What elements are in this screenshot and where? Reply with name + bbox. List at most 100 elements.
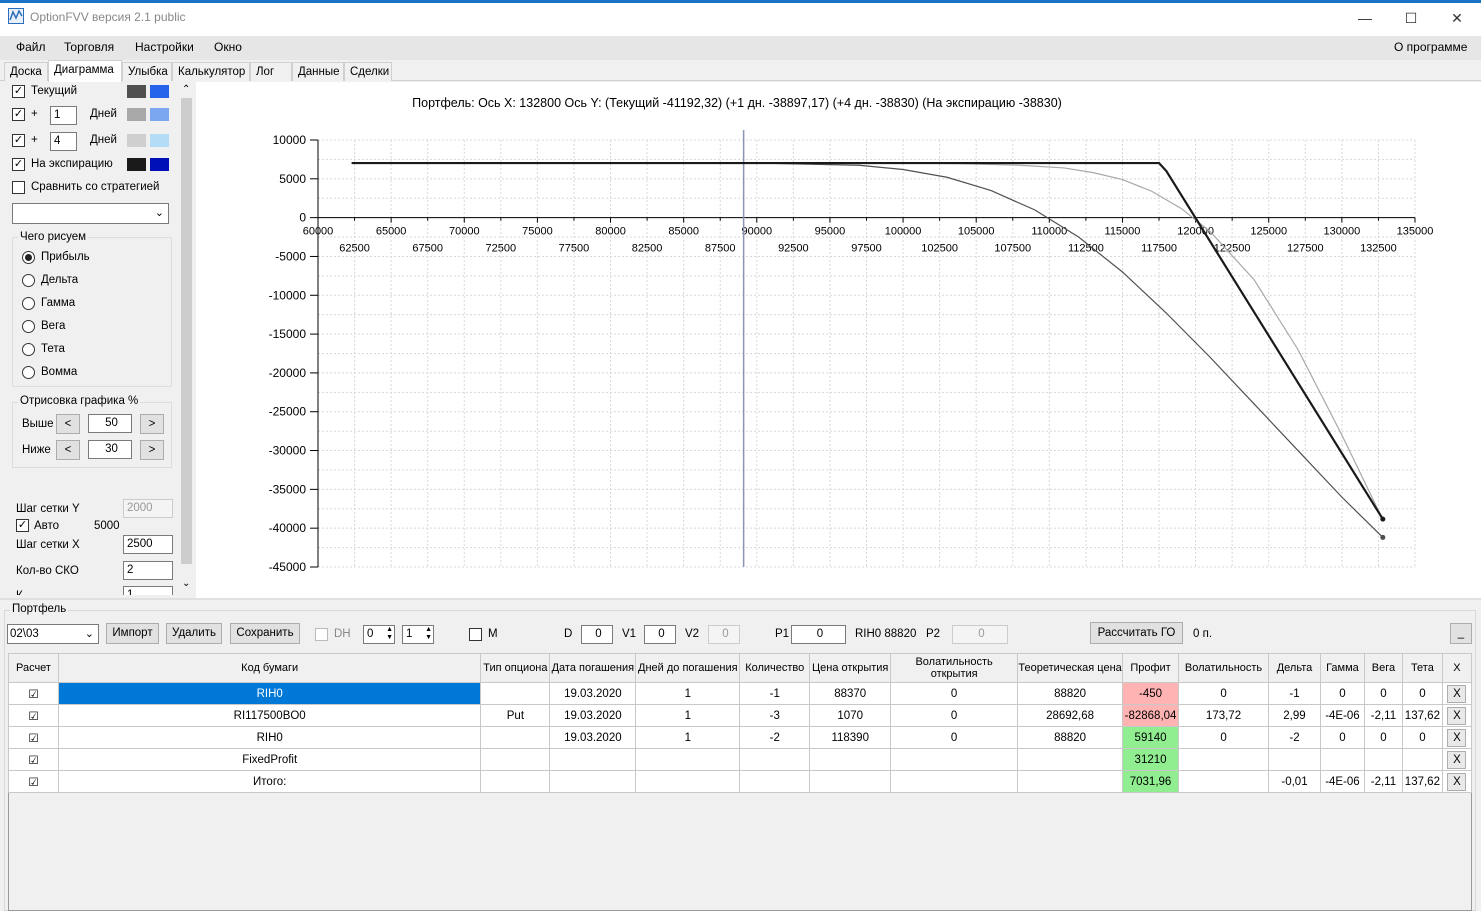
delete-row-button[interactable]: X: [1447, 706, 1467, 725]
delete-row-cell[interactable]: X: [1441, 682, 1473, 705]
col-header[interactable]: Теоретическая цена: [1017, 653, 1124, 683]
sko-input[interactable]: 2: [123, 561, 173, 580]
col-header[interactable]: Тип опциона: [480, 653, 551, 683]
delete-row-button[interactable]: X: [1447, 772, 1467, 791]
table-cell[interactable]: FixedProfit: [57, 748, 482, 771]
table-cell[interactable]: RI117500BO0: [57, 704, 482, 727]
col-header[interactable]: Вега: [1363, 653, 1403, 683]
col-header[interactable]: Дельта: [1268, 653, 1321, 683]
radio-gamma[interactable]: [22, 297, 35, 310]
d-input[interactable]: 0: [581, 625, 613, 644]
delete-row-button[interactable]: X: [1447, 750, 1467, 769]
table-row[interactable]: ☑ FixedProfit 31210 X: [8, 748, 1473, 771]
tab-board[interactable]: Доска: [4, 62, 48, 81]
clipped-input[interactable]: 1: [123, 586, 173, 595]
v1-input[interactable]: 0: [644, 625, 676, 644]
spinner-arrows-icon[interactable]: ▲ ▼: [386, 626, 393, 642]
col-header[interactable]: Профит: [1122, 653, 1180, 683]
delete-row-cell[interactable]: X: [1441, 704, 1473, 727]
plus2-gray-swatch[interactable]: [127, 134, 146, 147]
compare-checkbox[interactable]: [12, 181, 25, 194]
expiry-black-swatch[interactable]: [127, 158, 146, 171]
below-increase-button[interactable]: >: [140, 440, 164, 460]
left-scrollbar[interactable]: ⌃ ⌄: [179, 82, 194, 595]
radio-theta[interactable]: [22, 343, 35, 356]
spinner-arrows-icon[interactable]: ▲ ▼: [425, 626, 432, 642]
menu-settings[interactable]: Настройки: [135, 40, 194, 54]
splitter[interactable]: [0, 598, 1481, 600]
below-decrease-button[interactable]: <: [56, 440, 80, 460]
delete-row-button[interactable]: X: [1447, 728, 1467, 747]
plus1-gray-swatch[interactable]: [127, 108, 146, 121]
col-header[interactable]: Код бумаги: [57, 653, 482, 683]
delete-row-cell[interactable]: X: [1441, 726, 1473, 749]
calc-go-button[interactable]: Рассчитать ГО: [1090, 622, 1183, 644]
table-row[interactable]: ☑ RIH0 19.03.2020 1 -1 88370 0 88820 -450 0 -1 0 0 0 X: [8, 682, 1473, 705]
p2-input[interactable]: 0: [952, 625, 1008, 644]
current-gray-swatch[interactable]: [127, 85, 146, 98]
save-button[interactable]: Сохранить: [230, 623, 300, 644]
table-cell[interactable]: Итого:: [57, 770, 482, 793]
collapse-button[interactable]: _: [1450, 623, 1472, 644]
delete-row-cell[interactable]: X: [1441, 770, 1473, 793]
table-cell[interactable]: RIH0: [57, 726, 482, 749]
expiry-checkbox[interactable]: ✓: [12, 158, 25, 171]
plus1-days-input[interactable]: 1: [50, 106, 77, 125]
calc-checkbox-cell[interactable]: ☑: [8, 726, 59, 749]
v2-input[interactable]: 0: [708, 625, 740, 644]
col-header[interactable]: X: [1441, 653, 1473, 683]
calc-checkbox-cell[interactable]: ☑: [8, 704, 59, 727]
col-header[interactable]: Дней до погашения: [635, 653, 741, 683]
tab-smile[interactable]: Улыбка: [122, 62, 172, 81]
calc-checkbox-cell[interactable]: ☑: [8, 770, 59, 793]
tab-calculator[interactable]: Калькулятор: [172, 62, 250, 81]
scroll-up-icon[interactable]: ⌃: [182, 84, 190, 95]
close-button[interactable]: ✕: [1434, 3, 1480, 33]
above-decrease-button[interactable]: <: [56, 414, 80, 434]
col-header[interactable]: Количество: [739, 653, 811, 683]
m-checkbox[interactable]: [469, 628, 482, 641]
date-select[interactable]: 02\03 ⌄: [7, 624, 99, 644]
col-header[interactable]: Цена открытия: [809, 653, 892, 683]
menu-window[interactable]: Окно: [214, 40, 242, 54]
col-header[interactable]: Волатильность: [1178, 653, 1269, 683]
expiry-blue-swatch[interactable]: [150, 158, 169, 171]
radio-profit[interactable]: [22, 251, 35, 264]
plus1-blue-swatch[interactable]: [150, 108, 169, 121]
radio-vega[interactable]: [22, 320, 35, 333]
current-blue-swatch[interactable]: [150, 85, 169, 98]
grid-y-input[interactable]: 2000: [123, 499, 173, 518]
below-input[interactable]: 30: [88, 440, 132, 459]
table-row[interactable]: ☑ RI117500BO0 Put 19.03.2020 1 -3 1070 0 28692,6…: [8, 704, 1473, 727]
table-row[interactable]: ☑ Итого: 7031,96 -0,01 -4E-06 -2,11 137,62 X: [8, 770, 1473, 793]
calc-checkbox-cell[interactable]: ☑: [8, 748, 59, 771]
col-header[interactable]: Дата погашения: [549, 653, 637, 683]
col-header[interactable]: Тета: [1401, 653, 1443, 683]
scroll-thumb[interactable]: [181, 98, 192, 564]
radio-vomma[interactable]: [22, 366, 35, 379]
tab-diagram[interactable]: Диаграмма: [48, 60, 122, 82]
menu-trading[interactable]: Торговля: [64, 40, 114, 54]
grid-x-input[interactable]: 2500: [123, 535, 173, 554]
strategy-select[interactable]: ⌄: [12, 203, 169, 224]
import-button[interactable]: Импорт: [106, 623, 159, 644]
col-header[interactable]: Гамма: [1319, 653, 1365, 683]
table-cell[interactable]: RIH0: [57, 682, 482, 705]
table-row[interactable]: ☑ RIH0 19.03.2020 1 -2 118390 0 88820 59140 0 -2 0 0…: [8, 726, 1473, 749]
calc-checkbox-cell[interactable]: ☑: [8, 682, 59, 705]
p1-input[interactable]: 0: [791, 625, 846, 644]
delete-row-button[interactable]: X: [1447, 684, 1467, 703]
tab-data[interactable]: Данные: [292, 62, 344, 81]
menu-about[interactable]: О программе: [1394, 40, 1467, 54]
tab-log[interactable]: Лог: [250, 62, 292, 81]
minimize-button[interactable]: —: [1342, 3, 1388, 33]
above-input[interactable]: 50: [88, 414, 132, 433]
maximize-button[interactable]: ☐: [1388, 3, 1434, 33]
plus2-checkbox[interactable]: ✓: [12, 134, 25, 147]
radio-delta[interactable]: [22, 274, 35, 287]
auto-checkbox[interactable]: ✓: [16, 519, 29, 532]
plus2-blue-swatch[interactable]: [150, 134, 169, 147]
dh-spinner-2[interactable]: 1 ▲ ▼: [402, 625, 434, 644]
col-header[interactable]: Волатильность открытия: [890, 653, 1019, 683]
menu-file[interactable]: Файл: [16, 40, 46, 54]
